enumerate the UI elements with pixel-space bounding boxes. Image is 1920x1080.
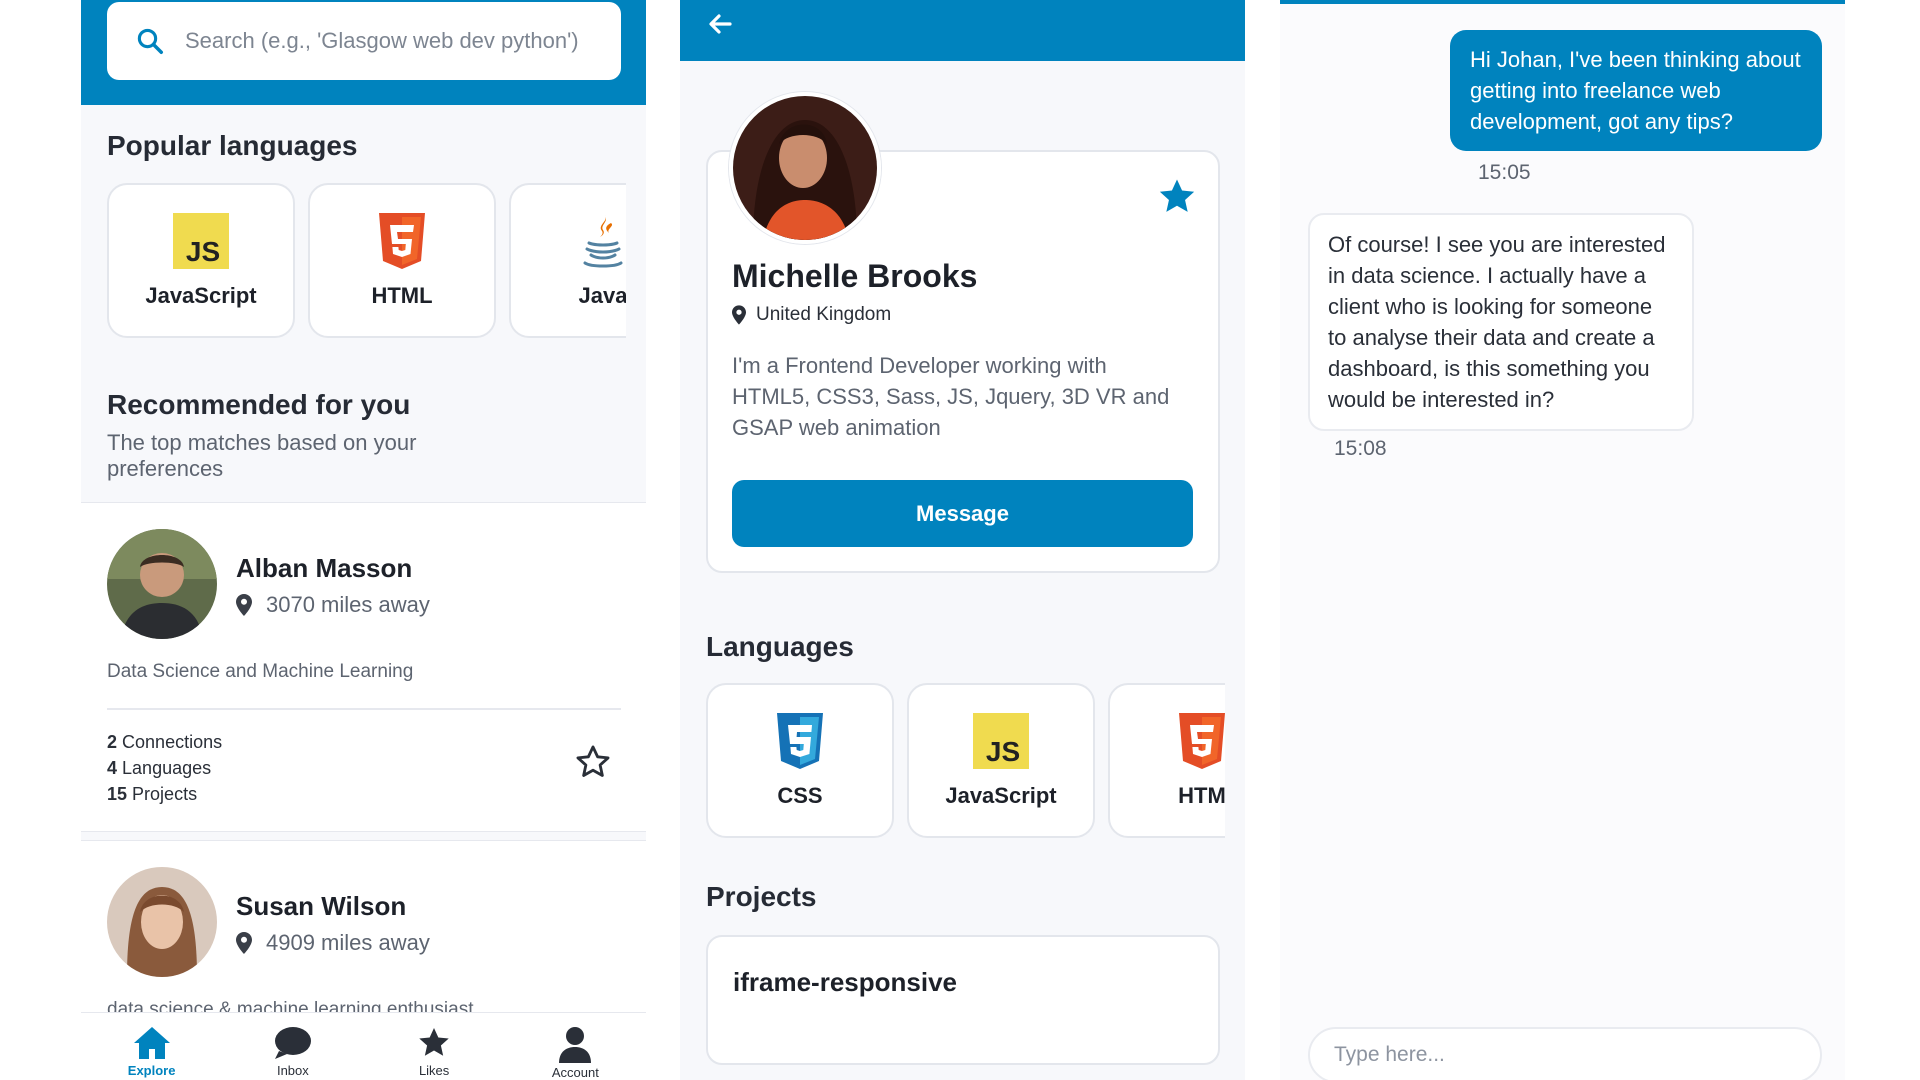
connections-stat: 2 Connections — [107, 732, 223, 752]
nav-explore[interactable]: Explore — [81, 1013, 222, 1080]
location-pin-icon — [236, 932, 252, 954]
nav-inbox[interactable]: Inbox — [222, 1013, 363, 1080]
language-card-html[interactable]: HTM — [1108, 683, 1225, 838]
profile-header — [680, 0, 1245, 61]
person-stats: 2 Connections 4 Languages 15 Projects — [107, 729, 222, 807]
star-icon — [419, 1028, 449, 1056]
language-label: JavaScript — [145, 282, 257, 308]
nav-account[interactable]: Account — [505, 1013, 646, 1080]
person-distance: 3070 miles away — [236, 592, 430, 618]
popular-languages-list: JS JavaScript HTML Java — [107, 183, 626, 338]
favorite-star-icon[interactable] — [1156, 176, 1198, 218]
language-label: JavaScript — [945, 782, 1057, 808]
avatar — [107, 529, 217, 639]
html5-icon — [379, 212, 425, 269]
star-outline-icon[interactable] — [574, 743, 612, 781]
language-label: Java — [578, 282, 626, 308]
javascript-icon: JS — [173, 212, 229, 269]
person-card[interactable]: Susan Wilson 4909 miles away data scienc… — [81, 840, 646, 1020]
language-label: HTML — [371, 282, 433, 308]
divider — [107, 708, 621, 710]
sent-message: Hi Johan, I've been thinking about getti… — [1450, 30, 1822, 151]
explore-header — [81, 0, 646, 105]
explore-screen: Popular languages JS JavaScript HTML Jav… — [81, 0, 646, 1080]
person-distance: 4909 miles away — [236, 930, 430, 956]
language-label: HTM — [1178, 782, 1225, 808]
message-input[interactable] — [1308, 1027, 1822, 1080]
received-message: Of course! I see you are interested in d… — [1308, 213, 1694, 431]
recommended-title: Recommended for you — [107, 389, 411, 420]
profile-bio: I'm a Frontend Developer working with HT… — [732, 353, 1170, 440]
bottom-navigation: Explore Inbox Likes Account — [81, 1012, 646, 1080]
language-card-javascript[interactable]: JS JavaScript — [107, 183, 295, 338]
location-pin-icon — [236, 594, 252, 616]
language-card-java[interactable]: Java — [509, 183, 626, 338]
languages-stat: 4 Languages — [107, 758, 212, 778]
message-time: 15:08 — [1334, 437, 1387, 460]
project-card[interactable]: iframe-responsive — [706, 935, 1220, 1065]
person-name: Alban Masson — [236, 553, 413, 583]
profile-name: Michelle Brooks — [732, 258, 978, 294]
java-icon — [583, 214, 623, 267]
person-bio: Data Science and Machine Learning — [107, 661, 414, 682]
language-label: CSS — [777, 782, 823, 808]
projects-stat: 15 Projects — [107, 784, 198, 804]
search-bar[interactable] — [107, 2, 621, 80]
back-arrow-icon[interactable] — [704, 8, 736, 40]
location-pin-icon — [732, 305, 746, 325]
search-input[interactable] — [185, 28, 605, 54]
avatar — [107, 867, 217, 977]
popular-languages-title: Popular languages — [107, 130, 358, 161]
user-icon — [559, 1027, 592, 1063]
person-card[interactable]: Alban Masson 3070 miles away Data Scienc… — [81, 502, 646, 832]
projects-title: Projects — [706, 881, 817, 912]
distance-text: 4909 miles away — [266, 930, 430, 955]
html5-icon — [1179, 712, 1225, 769]
profile-avatar — [729, 92, 881, 244]
profile-location: United Kingdom — [732, 304, 891, 326]
svg-text:JS: JS — [986, 736, 1020, 767]
profile-screen: Michelle Brooks United Kingdom I'm a Fro… — [680, 0, 1245, 1080]
chat-header-edge — [1280, 0, 1845, 4]
message-button[interactable]: Message — [732, 480, 1193, 547]
language-card-css[interactable]: CSS — [706, 683, 894, 838]
person-name: Susan Wilson — [236, 891, 407, 921]
message-time: 15:05 — [1478, 161, 1531, 184]
nav-likes[interactable]: Likes — [364, 1013, 505, 1080]
distance-text: 3070 miles away — [266, 592, 430, 617]
language-card-javascript[interactable]: JS JavaScript — [907, 683, 1095, 838]
location-text: United Kingdom — [756, 304, 892, 325]
chat-bubble-icon — [274, 1027, 311, 1059]
home-icon — [133, 1027, 170, 1059]
languages-title: Languages — [706, 631, 854, 662]
search-icon — [137, 28, 163, 54]
language-card-html[interactable]: HTML — [308, 183, 496, 338]
recommended-subtitle: The top matches based on your preference… — [107, 430, 417, 481]
svg-text:JS: JS — [186, 236, 220, 267]
css3-icon — [777, 712, 823, 769]
profile-languages-list: CSS JS JavaScript HTM — [706, 683, 1225, 838]
chat-screen: Hi Johan, I've been thinking about getti… — [1280, 0, 1845, 1080]
javascript-icon: JS — [973, 712, 1029, 769]
